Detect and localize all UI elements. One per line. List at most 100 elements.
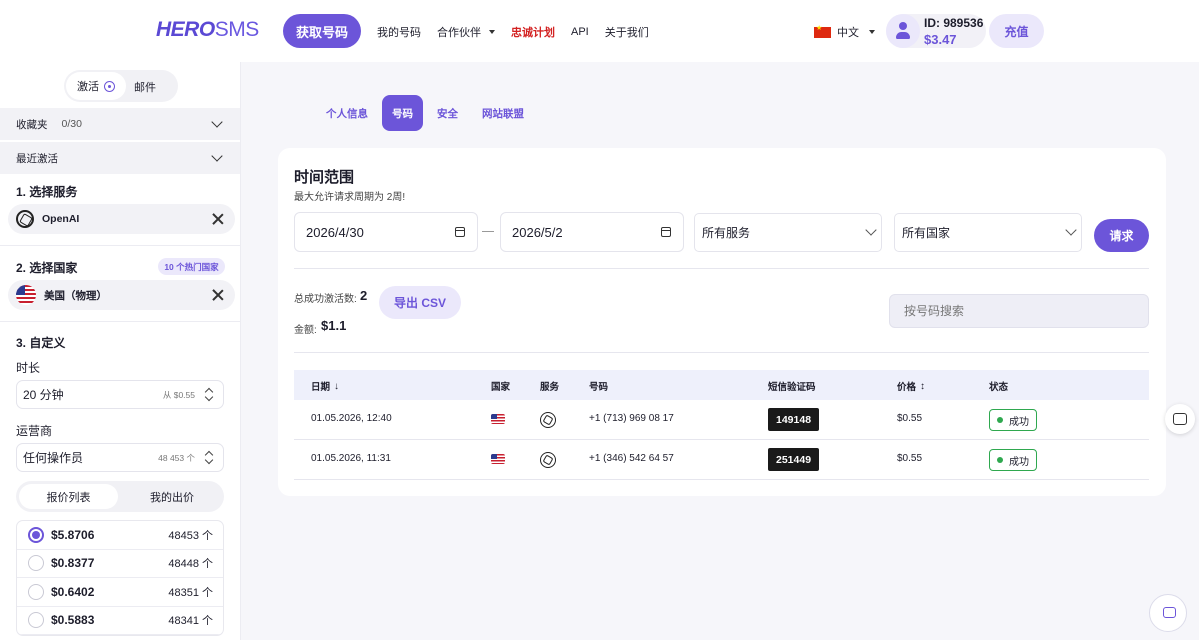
total-activations-label: 总成功激活数: — [294, 294, 357, 305]
sms-code[interactable]: 251449 — [768, 448, 820, 471]
tab-personal-info[interactable]: 个人信息 — [316, 95, 378, 131]
offer-switch: 报价列表 我的出价 — [16, 481, 224, 512]
top-header: HEROSMS 获取号码 我的号码 合作伙伴 忠诚计划 API 关于我们 中文 … — [0, 0, 1199, 62]
date-from-input[interactable]: 2026/4/30 — [294, 212, 478, 252]
table-row[interactable]: 01.05.2026, 12:40 +1 (713) 969 08 17 149… — [294, 400, 1149, 440]
radio[interactable] — [28, 555, 44, 572]
table-header: 日期 ↓ 国家 服务 号码 短信验证码 价格 ↕ 状态 — [294, 370, 1149, 400]
mode-activation-tab[interactable]: 激活 — [66, 72, 126, 100]
country-filter-select[interactable]: 所有国家 — [894, 213, 1082, 252]
radio[interactable] — [28, 612, 44, 629]
nav-my-numbers[interactable]: 我的号码 — [377, 24, 421, 40]
calendar-icon[interactable] — [455, 227, 465, 237]
us-flag-icon — [491, 454, 505, 464]
chat-icon[interactable] — [1149, 594, 1187, 632]
col-country: 国家 — [491, 382, 511, 393]
history-card: 时间范围 最大允许请求周期为 2周! 2026/4/30 2026/5/2 所有… — [278, 148, 1166, 496]
col-code: 短信验证码 — [768, 382, 816, 393]
date-range-dash — [482, 231, 494, 232]
main-nav: 我的号码 合作伙伴 忠诚计划 API 关于我们 — [377, 24, 649, 40]
openai-icon — [16, 210, 34, 228]
nav-partners[interactable]: 合作伙伴 — [437, 24, 495, 40]
step1-title: 1. 选择服务 — [16, 185, 78, 199]
status-dot-icon — [997, 417, 1003, 423]
us-flag-icon — [491, 414, 505, 424]
status-dot-icon — [997, 457, 1003, 463]
amount-value: $1.1 — [321, 318, 347, 333]
chevron-down-icon — [211, 150, 223, 162]
calendar-icon[interactable] — [661, 227, 671, 237]
updown-chevron-icon — [205, 389, 213, 401]
herosms-logo[interactable]: HEROSMS — [156, 18, 259, 42]
step2-title: 2. 选择国家 — [16, 261, 78, 275]
hot-countries-badge[interactable]: 10 个热门国家 — [158, 258, 225, 275]
tab-security[interactable]: 安全 — [427, 95, 468, 131]
col-service: 服务 — [540, 382, 560, 393]
language-selector[interactable]: 中文 — [814, 24, 875, 40]
step3-title: 3. 自定义 — [16, 336, 66, 350]
nav-about[interactable]: 关于我们 — [605, 24, 649, 40]
sort-down-icon: ↓ — [334, 380, 340, 392]
price-option[interactable]: $5.8706 48453 个 — [17, 521, 223, 550]
tab-affiliate[interactable]: 网站联盟 — [472, 95, 534, 131]
price-list-tab[interactable]: 报价列表 — [19, 484, 118, 509]
divider — [294, 268, 1149, 269]
status-badge: 成功 — [989, 409, 1037, 431]
request-button[interactable]: 请求 — [1094, 219, 1149, 252]
sort-icon: ↕ — [920, 380, 926, 392]
user-avatar-icon — [886, 14, 920, 48]
sidebar: 激活 邮件 收藏夹 0/30 最近激活 1. 选择服务 OpenAI 2. 选择… — [0, 62, 241, 640]
price-option[interactable]: $0.8377 48448 个 — [17, 550, 223, 578]
chevron-down-icon — [1065, 224, 1077, 236]
date-to-input[interactable]: 2026/5/2 — [500, 212, 684, 252]
status-badge: 成功 — [989, 449, 1037, 471]
col-price[interactable]: 价格 ↕ — [897, 379, 926, 394]
nav-api[interactable]: API — [571, 24, 589, 40]
tab-numbers[interactable]: 号码 — [382, 95, 423, 131]
topup-button[interactable]: 充值 — [989, 14, 1044, 48]
table-row[interactable]: 01.05.2026, 11:31 +1 (346) 542 64 57 251… — [294, 440, 1149, 480]
updown-chevron-icon — [205, 452, 213, 464]
divider — [0, 245, 240, 246]
support-bot-icon[interactable] — [1165, 404, 1195, 434]
radio[interactable] — [28, 583, 44, 600]
divider — [0, 321, 240, 322]
close-icon[interactable] — [211, 212, 225, 226]
amount-label: 金额: — [294, 325, 317, 336]
operator-label: 运营商 — [16, 424, 53, 438]
close-icon[interactable] — [211, 288, 225, 302]
us-flag-icon — [16, 285, 36, 305]
col-number: 号码 — [589, 382, 609, 393]
mode-mail-tab[interactable]: 邮件 — [134, 79, 156, 95]
chevron-down-icon — [869, 30, 875, 34]
selected-service[interactable]: OpenAI — [8, 204, 235, 234]
card-subtitle: 最大允许请求周期为 2周! — [294, 192, 406, 203]
user-account[interactable]: ID: 989536 $3.47 — [886, 14, 986, 48]
selected-country[interactable]: 美国（物理） — [8, 280, 235, 310]
divider — [294, 352, 1149, 353]
price-option[interactable]: $0.6402 48351 个 — [17, 578, 223, 607]
col-date[interactable]: 日期 ↓ — [311, 379, 340, 394]
number-search-input[interactable] — [889, 294, 1149, 328]
info-icon[interactable] — [104, 80, 115, 92]
duration-label: 时长 — [16, 361, 41, 375]
duration-select[interactable]: 20 分钟 从 $0.55 — [16, 380, 224, 409]
radio-selected[interactable] — [28, 526, 44, 543]
openai-icon — [540, 452, 556, 468]
price-option[interactable]: $0.5883 48341 个 — [17, 607, 223, 635]
sms-code[interactable]: 149148 — [768, 408, 820, 431]
chevron-down-icon — [211, 116, 223, 128]
price-list: $5.8706 48453 个 $0.8377 48448 个 $0.6402 … — [16, 520, 224, 636]
export-csv-button[interactable]: 导出 CSV — [379, 286, 461, 319]
mode-switch: 激活 邮件 — [64, 70, 178, 102]
recent-activations-bar[interactable]: 最近激活 — [0, 142, 240, 174]
my-offer-tab[interactable]: 我的出价 — [120, 489, 224, 505]
favorites-bar[interactable]: 收藏夹 0/30 — [0, 108, 240, 140]
china-flag-icon — [814, 24, 831, 38]
operator-select[interactable]: 任何操作员 48 453 个 — [16, 443, 224, 472]
nav-loyalty[interactable]: 忠诚计划 — [511, 24, 555, 40]
get-number-button[interactable]: 获取号码 — [283, 14, 361, 48]
card-title: 时间范围 — [294, 169, 355, 186]
service-filter-select[interactable]: 所有服务 — [694, 213, 882, 252]
user-id: ID: 989536 — [924, 16, 984, 30]
